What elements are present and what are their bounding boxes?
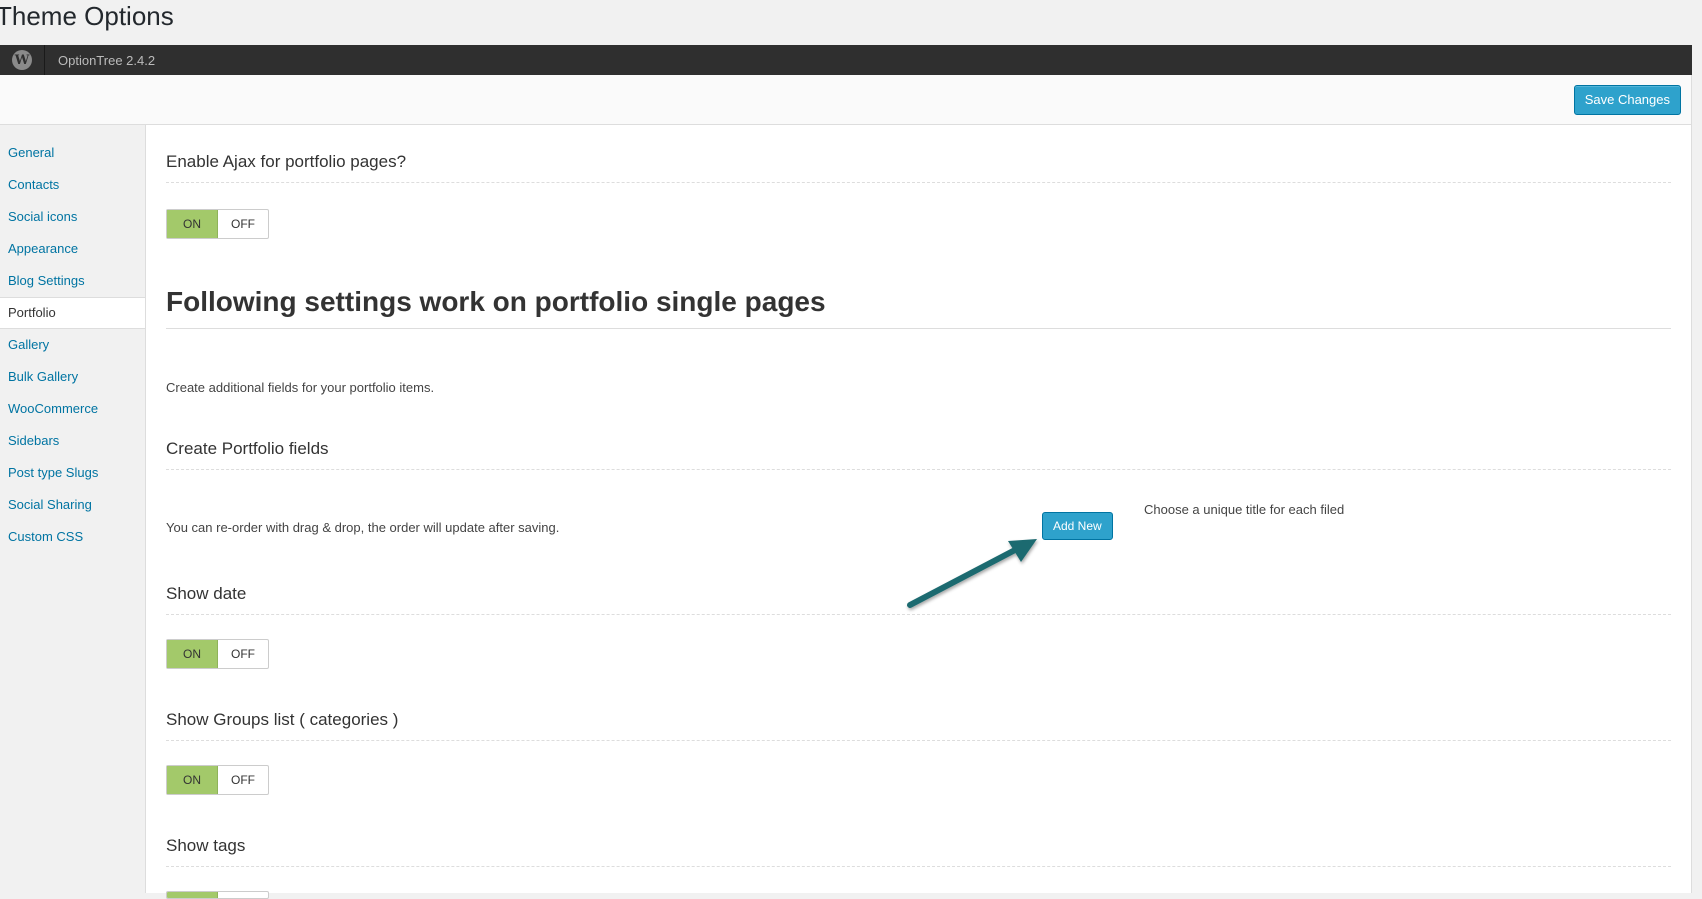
sidebar-item-social-sharing[interactable]: Social Sharing: [0, 489, 145, 521]
sidebar-item-custom-css[interactable]: Custom CSS: [0, 521, 145, 553]
unique-title-hint: Choose a unique title for each filed: [1144, 502, 1345, 517]
sidebar-item-general[interactable]: General: [0, 137, 145, 169]
show-date-off-button[interactable]: OFF: [218, 640, 268, 668]
page-title: Theme Options: [0, 1, 174, 31]
version-label: OptionTree 2.4.2: [58, 52, 156, 68]
show-date-toggle: ON OFF: [166, 639, 269, 669]
ajax-field-title: Enable Ajax for portfolio pages?: [166, 152, 1671, 183]
options-content: Enable Ajax for portfolio pages? ON OFF …: [146, 125, 1692, 899]
ajax-off-button[interactable]: OFF: [218, 210, 268, 238]
sidebar-item-portfolio[interactable]: Portfolio: [0, 297, 145, 329]
sidebar-item-woocommerce[interactable]: WooCommerce: [0, 393, 145, 425]
sidebar-item-sidebars[interactable]: Sidebars: [0, 425, 145, 457]
sidebar-item-contacts[interactable]: Contacts: [0, 169, 145, 201]
options-sidebar: General Contacts Social icons Appearance…: [0, 125, 146, 893]
sidebar-item-bulk-gallery[interactable]: Bulk Gallery: [0, 361, 145, 393]
ajax-toggle: ON OFF: [166, 209, 269, 239]
wordpress-logo-letter: W: [12, 50, 32, 70]
sidebar-item-gallery[interactable]: Gallery: [0, 329, 145, 361]
portfolio-fields-title: Create Portfolio fields: [166, 439, 1671, 470]
reorder-description: You can re-order with drag & drop, the o…: [166, 520, 560, 535]
show-groups-off-button[interactable]: OFF: [218, 766, 268, 794]
options-header: Save Changes: [0, 75, 1692, 125]
sidebar-item-post-type-slugs[interactable]: Post type Slugs: [0, 457, 145, 489]
show-groups-toggle: ON OFF: [166, 765, 269, 795]
ajax-on-button[interactable]: ON: [167, 210, 218, 238]
additional-fields-description: Create additional fields for your portfo…: [166, 380, 435, 395]
top-bar: W OptionTree 2.4.2: [0, 45, 1692, 75]
sidebar-item-appearance[interactable]: Appearance: [0, 233, 145, 265]
show-date-on-button[interactable]: ON: [167, 640, 218, 668]
annotation-arrow-icon: [907, 539, 1037, 608]
sidebar-item-blog-settings[interactable]: Blog Settings: [0, 265, 145, 297]
show-tags-title: Show tags: [166, 836, 1671, 867]
sidebar-item-social-icons[interactable]: Social icons: [0, 201, 145, 233]
show-groups-on-button[interactable]: ON: [167, 766, 218, 794]
save-changes-button[interactable]: Save Changes: [1573, 85, 1681, 115]
wordpress-logo-icon[interactable]: W: [0, 45, 45, 75]
show-tags-toggle: [166, 891, 269, 899]
single-pages-heading: Following settings work on portfolio sin…: [166, 286, 1671, 329]
show-groups-title: Show Groups list ( categories ): [166, 710, 1671, 741]
add-new-button[interactable]: Add New: [1042, 512, 1113, 540]
